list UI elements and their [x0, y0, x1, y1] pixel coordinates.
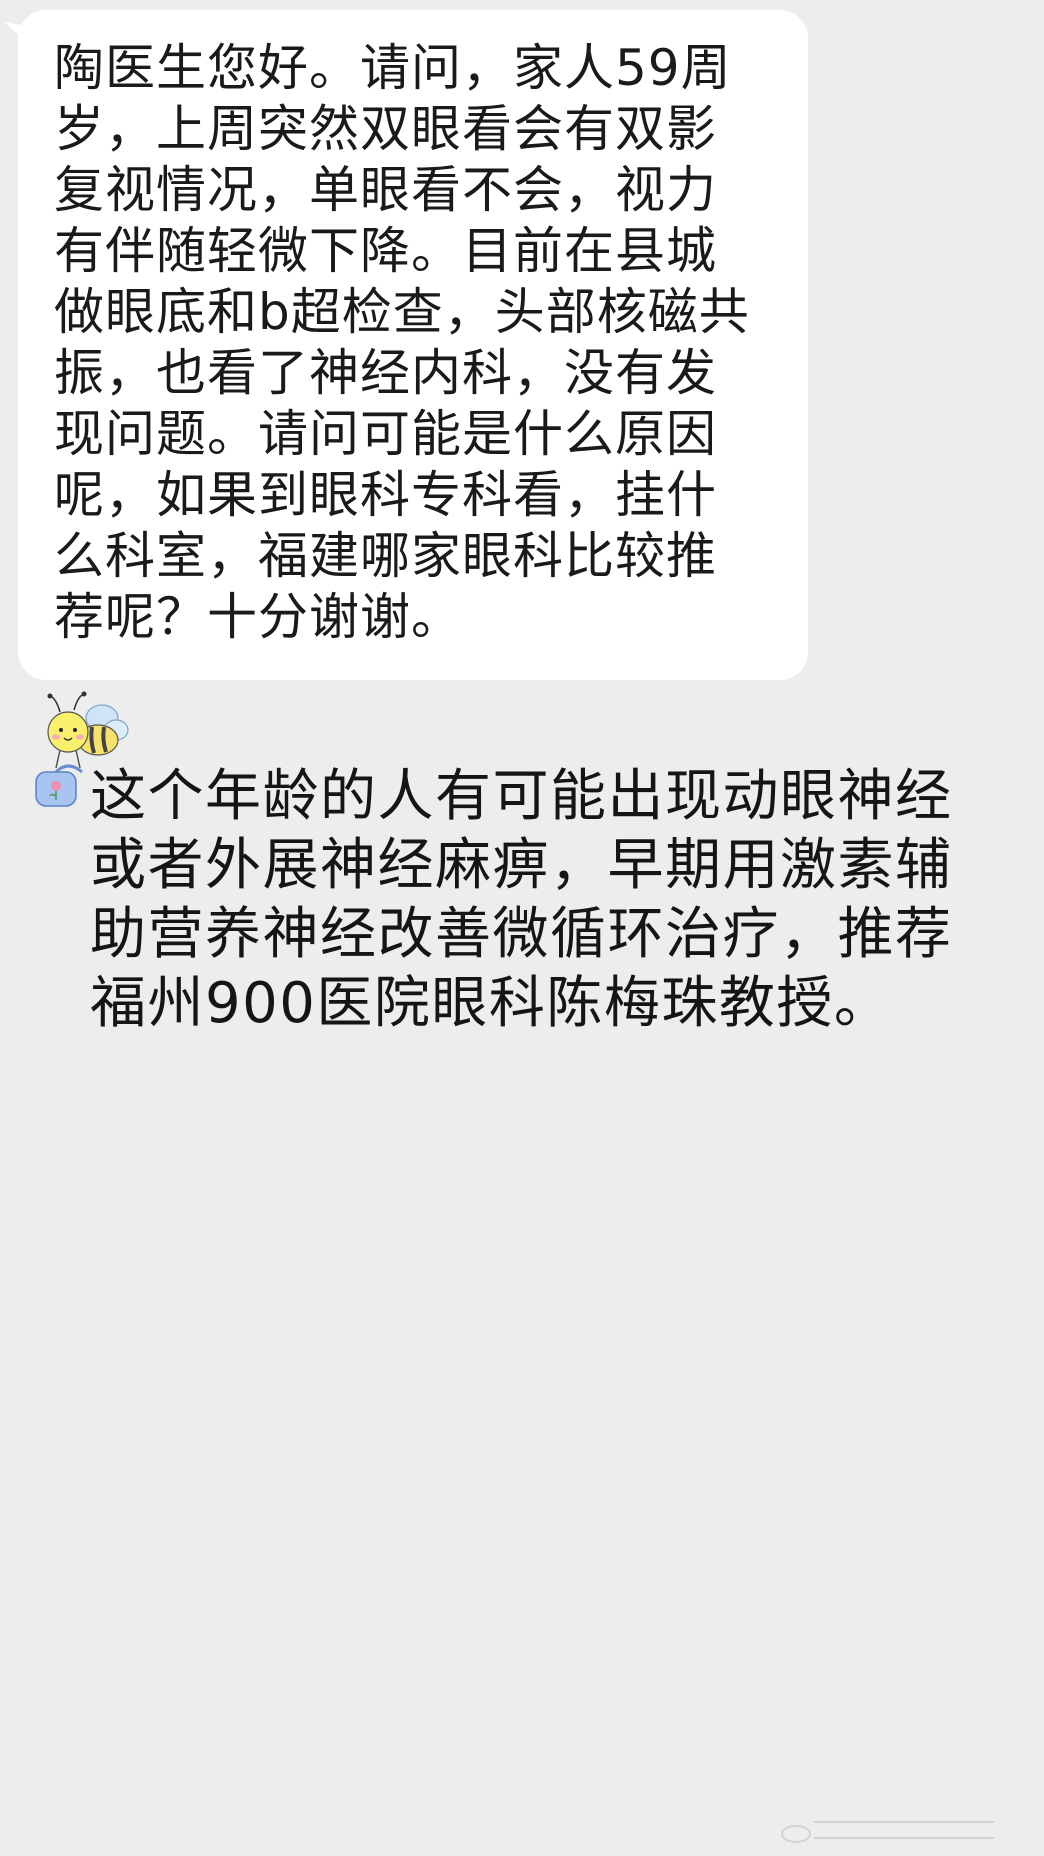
message-line: 复视情况，单眼看不会，视力 [54, 161, 717, 219]
message-line: 做眼底和b超检查，头部核磁共 [54, 283, 750, 341]
watermark-logo [774, 1814, 1014, 1846]
message-line: 现问题。请问可能是什么原因 [54, 405, 717, 463]
reply-message[interactable]: 这个年龄的人有可能出现动眼神经 或者外展神经麻痹，早期用激素辅 助营养神经改善微… [90, 762, 1030, 1038]
message-line: 岁，上周突然双眼看会有双影 [54, 100, 717, 158]
message-line: 陶医生您好。请问，家人59周 [54, 39, 732, 97]
reply-line: 或者外展神经麻痹，早期用激素辅 [90, 833, 953, 898]
message-line: 振，也看了神经内科，没有发 [54, 344, 717, 402]
chat-view: 陶医生您好。请问，家人59周 岁，上周突然双眼看会有双影 复视情况，单眼看不会，… [0, 0, 1044, 1856]
message-line: 有伴随轻微下降。目前在县城 [54, 222, 717, 280]
reply-line: 助营养神经改善微循环治疗，推荐 [90, 902, 953, 967]
reply-line: 这个年龄的人有可能出现动眼神经 [90, 764, 953, 829]
incoming-message-bubble[interactable]: 陶医生您好。请问，家人59周 岁，上周突然双眼看会有双影 复视情况，单眼看不会，… [18, 10, 808, 680]
reply-line: 福州900医院眼科陈梅珠教授。 [90, 971, 892, 1036]
message-line: 呢，如果到眼科专科看，挂什 [54, 466, 717, 524]
message-line: 么科室，福建哪家眼科比较推 [54, 527, 717, 585]
message-line: 荐呢？十分谢谢。 [54, 588, 462, 646]
